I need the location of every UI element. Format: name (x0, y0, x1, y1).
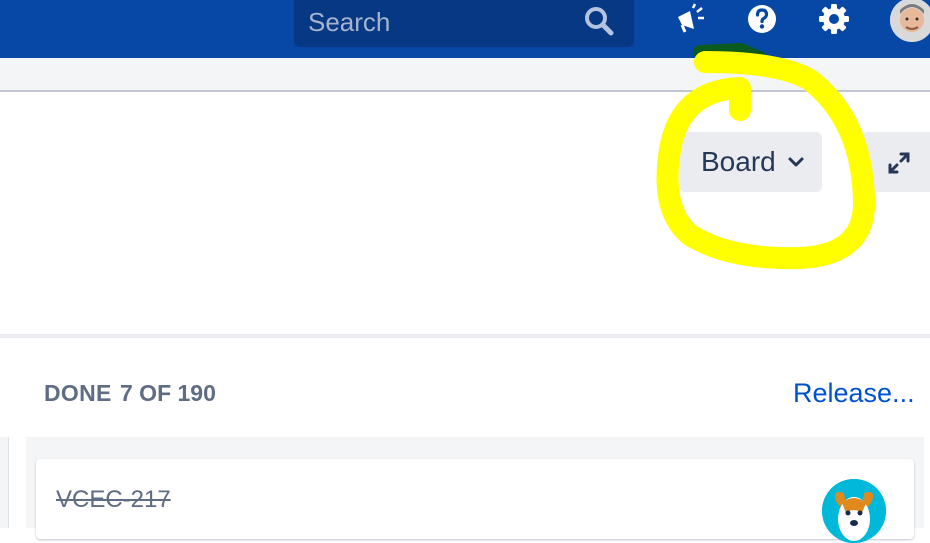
megaphone-icon[interactable] (673, 2, 707, 36)
board-view-dropdown[interactable]: Board (679, 132, 822, 192)
subheader-strip (0, 58, 930, 92)
assignee-avatar[interactable] (822, 479, 886, 543)
column-issue-count: 7 OF 190 (120, 380, 216, 406)
chevron-down-icon (788, 157, 804, 167)
search-icon[interactable] (582, 4, 616, 38)
user-avatar[interactable] (890, 0, 930, 42)
board-view-label: Board (701, 146, 776, 177)
section-divider (0, 334, 930, 338)
dog-avatar-icon (822, 479, 886, 543)
expand-icon (888, 152, 910, 174)
issue-key[interactable]: VCEC-217 (56, 486, 171, 514)
gear-icon[interactable] (817, 2, 851, 36)
previous-column-edge (0, 437, 9, 528)
search-input[interactable] (308, 4, 568, 40)
fullscreen-button[interactable] (862, 132, 930, 192)
help-icon[interactable] (745, 2, 779, 36)
column-title: DONE (44, 380, 112, 406)
top-navigation-bar (0, 0, 930, 58)
issue-card[interactable]: VCEC-217 (36, 459, 914, 543)
avatar-face-icon (890, 0, 930, 42)
release-link[interactable]: Release... (793, 378, 915, 409)
